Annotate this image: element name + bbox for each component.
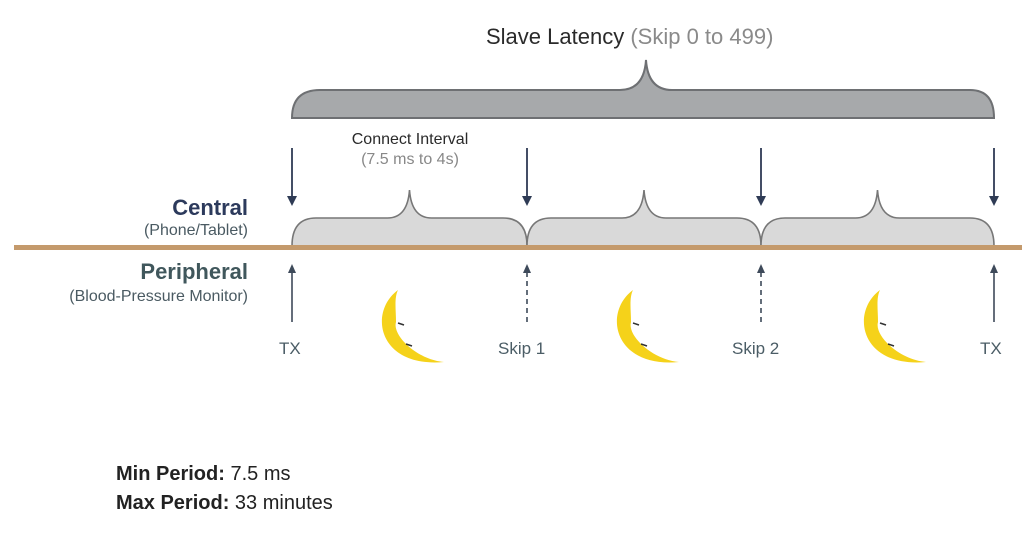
moon-icon bbox=[863, 290, 926, 363]
connect-interval-sub: (7.5 ms to 4s) bbox=[361, 151, 459, 168]
central-arrow-down-icon bbox=[989, 148, 999, 206]
tx-arrow-up-icon bbox=[288, 264, 296, 322]
title-sub: (Skip 0 to 499) bbox=[630, 24, 774, 49]
min-period-label: Min Period: bbox=[116, 463, 225, 485]
connect-interval-main: Connect Interval bbox=[351, 131, 469, 148]
max-period: Max Period: 33 minutes bbox=[116, 492, 333, 515]
tx-arrow-up-icon bbox=[990, 264, 998, 322]
central-arrow-down-icon bbox=[522, 148, 532, 206]
central-label: Central bbox=[172, 195, 248, 220]
timeline-bar bbox=[14, 245, 1022, 250]
max-period-value: 33 minutes bbox=[234, 492, 333, 514]
peripheral-device: (Blood-Pressure Monitor) bbox=[69, 288, 248, 305]
moon-icon bbox=[381, 290, 444, 363]
event-label-tx-start: TX bbox=[279, 339, 301, 358]
connect-interval-brace bbox=[291, 189, 528, 247]
min-period: Min Period: 7.5 ms bbox=[116, 463, 290, 486]
event-label-skip-1: Skip 1 bbox=[498, 339, 546, 358]
central-arrow-down-icon bbox=[287, 148, 297, 206]
central-arrow-down-icon bbox=[756, 148, 766, 206]
slave-latency-title: Slave Latency (Skip 0 to 499) bbox=[486, 24, 773, 50]
connect-interval-label: Connect Interval (7.5 ms to 4s) bbox=[330, 130, 490, 170]
event-label-skip-2: Skip 2 bbox=[732, 339, 780, 358]
skip-arrow-up-icon bbox=[757, 264, 765, 322]
max-period-label: Max Period: bbox=[116, 492, 230, 514]
event-label-tx-end: TX bbox=[980, 339, 1002, 358]
title-main: Slave Latency bbox=[486, 24, 625, 49]
min-period-value: 7.5 ms bbox=[230, 463, 291, 485]
skip-arrow-up-icon bbox=[523, 264, 531, 322]
slave-latency-brace bbox=[290, 59, 996, 119]
peripheral-label: Peripheral bbox=[140, 259, 248, 284]
central-device: (Phone/Tablet) bbox=[143, 222, 248, 239]
moon-icon bbox=[616, 290, 679, 363]
connect-interval-brace bbox=[760, 189, 995, 247]
connect-interval-brace bbox=[526, 189, 762, 247]
